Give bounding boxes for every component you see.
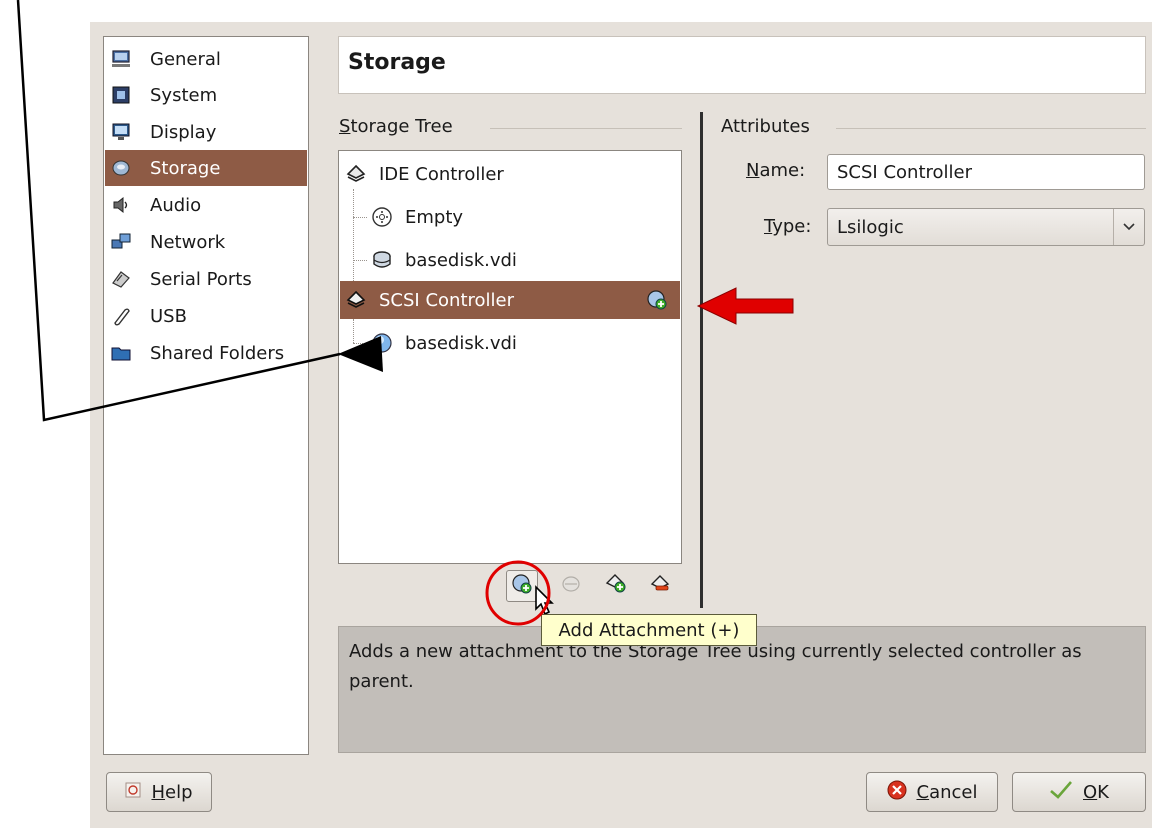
callout-line — [16, 0, 341, 422]
red-arrow-icon — [696, 287, 794, 325]
black-arrow-icon — [338, 336, 383, 372]
annotation-overlay — [16, 0, 794, 626]
highlight-circle — [485, 560, 551, 626]
